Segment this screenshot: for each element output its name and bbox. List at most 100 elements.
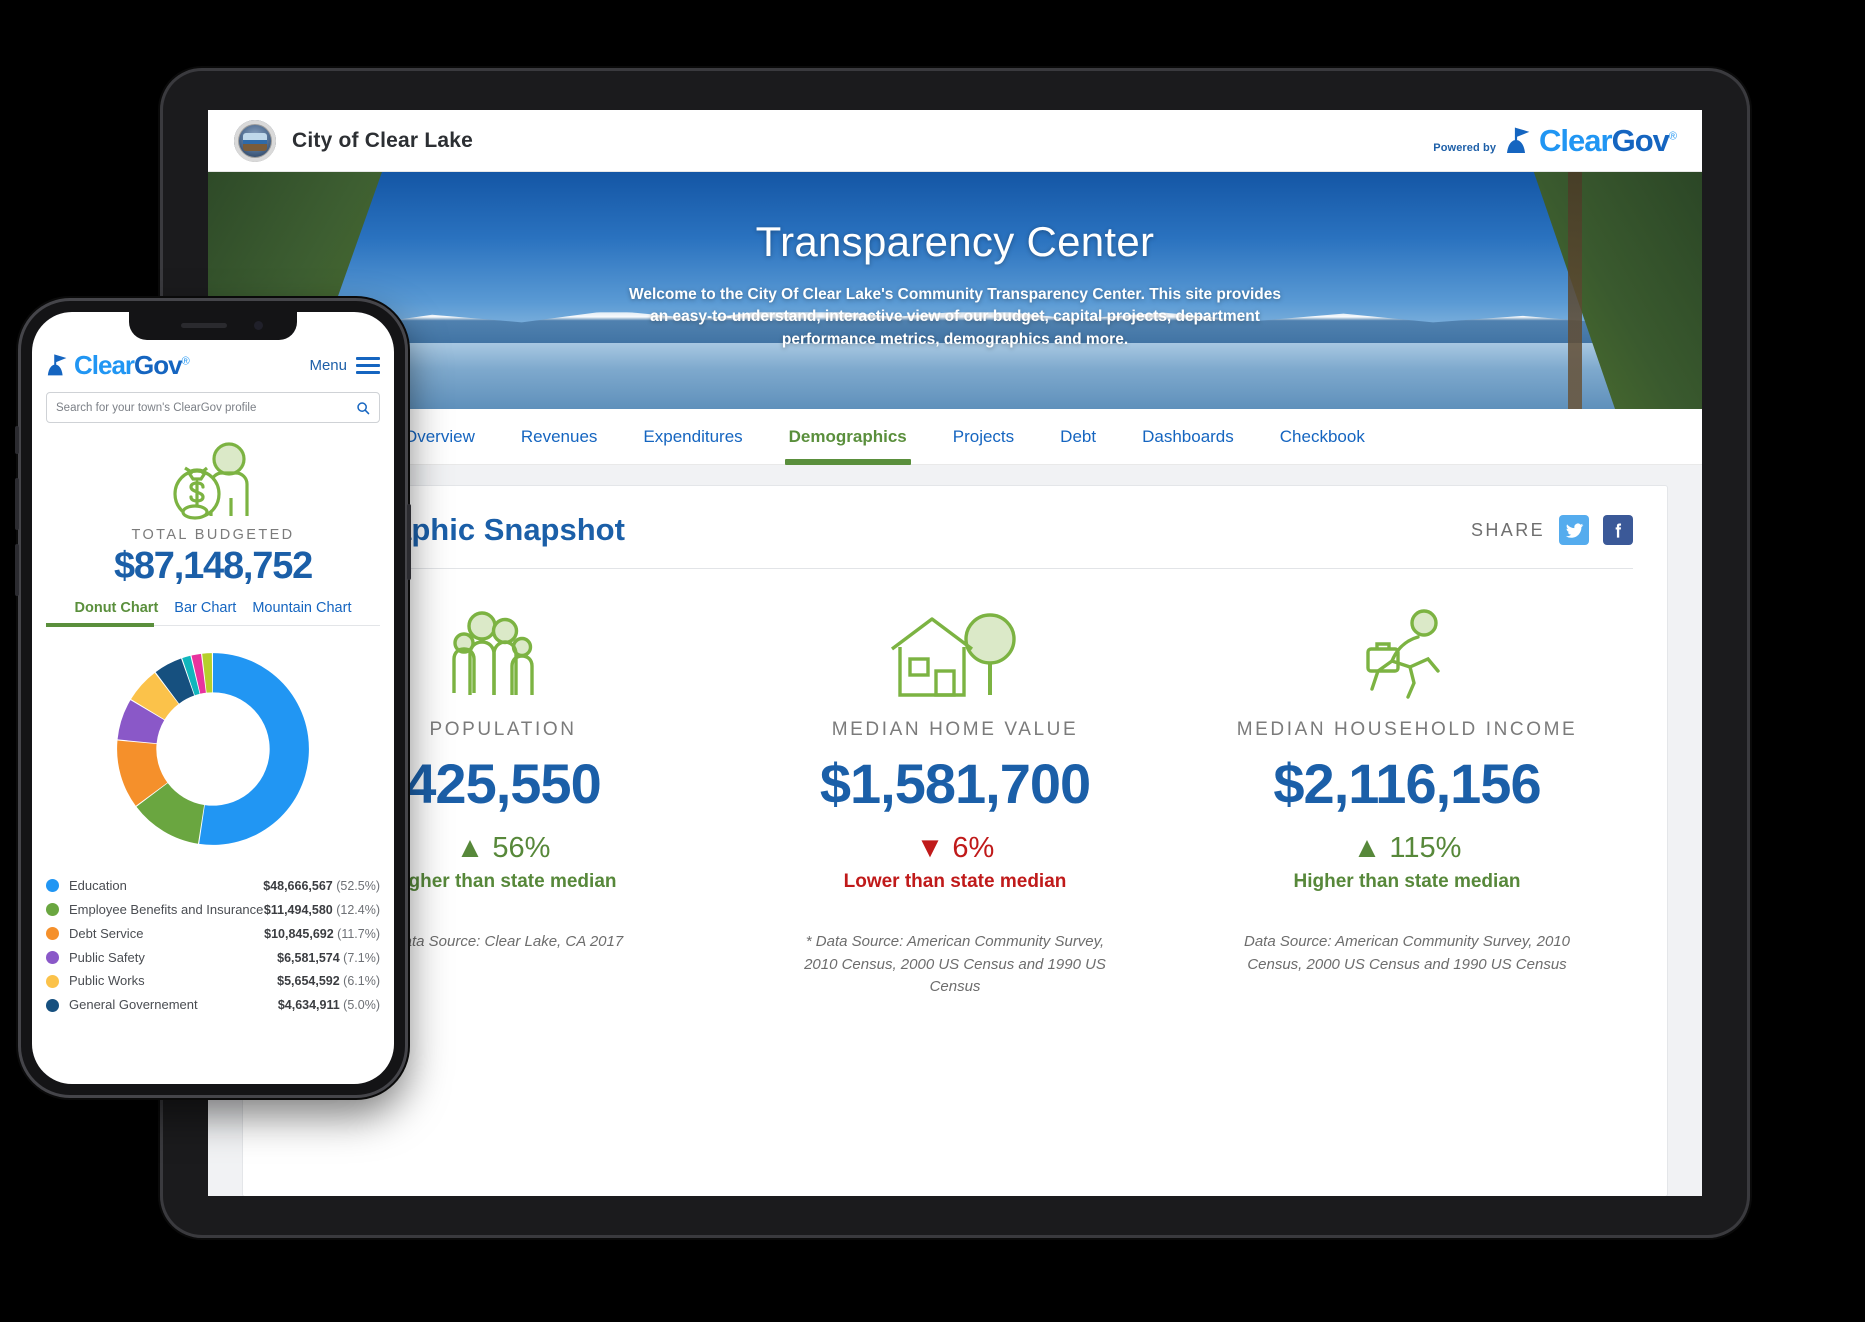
- cleargov-wordmark: ClearGov®: [74, 350, 190, 381]
- card-header: Demographic Snapshot SHARE: [277, 512, 1633, 548]
- stat-median-household-income: MEDIAN HOUSEHOLD INCOME $2,116,156 ▲ 115…: [1181, 603, 1633, 999]
- cleargov-flag-icon: [1507, 127, 1530, 153]
- stat-arrow-icon: ▲: [1352, 832, 1382, 864]
- legend-item[interactable]: Education $48,666,567 (52.5%): [46, 874, 380, 898]
- hamburger-menu-icon[interactable]: [356, 357, 380, 374]
- stat-delta: ▼ 6%: [743, 832, 1167, 865]
- hero-lake: [208, 343, 1702, 409]
- legend-label: Public Works: [69, 973, 145, 989]
- stat-label: MEDIAN HOME VALUE: [831, 719, 1079, 740]
- stat-comparison: Higher than state median: [1293, 871, 1521, 892]
- phone-camera: [254, 321, 263, 330]
- tab-debt[interactable]: Debt: [1060, 409, 1096, 465]
- cleargov-logo-mobile[interactable]: ClearGov®: [46, 350, 190, 381]
- cleargov-flag-icon: [47, 354, 67, 376]
- legend-item[interactable]: General Governement $4,634,911 (5.0%): [46, 993, 380, 1017]
- phone-body: TOTAL BUDGETED $87,148,752 Donut Chart B…: [32, 423, 394, 1017]
- cleargov-logo[interactable]: ClearGov®: [1505, 122, 1677, 159]
- stat-delta-value: 6%: [952, 832, 995, 864]
- hero-subtitle: Welcome to the City Of Clear Lake's Comm…: [628, 286, 1281, 348]
- stat-arrow-icon: ▼: [915, 832, 945, 864]
- legend-color-swatch: [46, 951, 59, 964]
- powered-by-cleargov[interactable]: Powered by ClearGov®: [1433, 122, 1677, 159]
- donut-chart[interactable]: [46, 640, 380, 858]
- tab-demographics[interactable]: Demographics: [784, 409, 911, 465]
- legend-label: Education: [69, 878, 127, 893]
- site-header: City of Clear Lake Powered by ClearGov®: [208, 110, 1702, 172]
- search-input[interactable]: Search for your town's ClearGov profile: [46, 392, 380, 423]
- city-seal-icon: [234, 119, 276, 162]
- logo-registered-mark: ®: [1668, 130, 1677, 143]
- legend-value: $5,654,592 (6.1%): [277, 974, 380, 989]
- phone-volume-down-button[interactable]: [15, 544, 19, 596]
- legend-item[interactable]: Debt Service $10,845,692 (11.7%): [46, 922, 380, 946]
- phone-screen: ClearGov® Menu Search for your town's Cl…: [32, 312, 394, 1084]
- tab-revenues[interactable]: Revenues: [521, 409, 598, 465]
- share-controls: SHARE: [1471, 515, 1633, 545]
- legend-color-swatch: [46, 927, 59, 941]
- menu-button[interactable]: Menu: [309, 357, 380, 374]
- page-content: Demographic Snapshot SHARE POPULATION 42…: [208, 465, 1702, 1196]
- search-icon[interactable]: [356, 401, 370, 415]
- working-person-icon: [1195, 603, 1619, 707]
- chart-legend: Education $48,666,567 (52.5%) Employee Ben…: [46, 874, 380, 1017]
- stat-source: Data Source: American Community Survey, …: [1244, 933, 1570, 973]
- stat-delta: ▲ 115%: [1195, 832, 1619, 865]
- tab-expenditures[interactable]: Expenditures: [643, 409, 742, 465]
- phone-notch: [129, 312, 297, 340]
- legend-color-swatch: [46, 903, 59, 917]
- city-name: City of Clear Lake: [292, 128, 473, 152]
- powered-by-label: Powered by: [1433, 141, 1497, 154]
- house-tree-icon: [743, 603, 1167, 707]
- legend-value: $4,634,911 (5.0%): [277, 998, 380, 1013]
- menu-label: Menu: [309, 357, 347, 374]
- legend-label: Public Safety: [69, 949, 145, 965]
- tab-projects[interactable]: Projects: [953, 409, 1014, 465]
- legend-color-swatch: [46, 998, 59, 1012]
- stat-delta-value: 56%: [492, 832, 551, 864]
- stat-source: * Data Source: American Community Survey…: [804, 933, 1106, 995]
- stats-row: POPULATION 425,550 ▲ 56% Higher than sta…: [277, 569, 1633, 999]
- logo-registered-mark: ®: [181, 355, 190, 368]
- screenshot-stage: City of Clear Lake Powered by ClearGov®: [0, 0, 1865, 1322]
- twitter-bird-glyph: [1565, 522, 1583, 538]
- phone-power-button[interactable]: [407, 504, 411, 580]
- money-bag-person-icon: [46, 439, 380, 523]
- stat-arrow-icon: ▲: [455, 832, 485, 864]
- legend-color-swatch: [46, 974, 59, 988]
- legend-label: Employee Benefits and Insurance: [69, 901, 264, 917]
- tablet-screen: City of Clear Lake Powered by ClearGov®: [208, 110, 1702, 1196]
- hero-banner: Transparency Center Welcome to the City …: [208, 172, 1702, 409]
- total-budgeted-label: TOTAL BUDGETED: [131, 527, 295, 543]
- logo-clear-text: Clear: [1539, 122, 1613, 158]
- legend-item[interactable]: Employee Benefits and Insurance $11,494,5…: [46, 898, 380, 922]
- tab-donut-chart[interactable]: Donut Chart: [75, 600, 159, 616]
- legend-color-swatch: [46, 879, 59, 893]
- tab-dashboards[interactable]: Dashboards: [1142, 409, 1234, 465]
- chart-type-tabs: Donut Chart Bar Chart Mountain Chart: [46, 600, 380, 626]
- twitter-icon[interactable]: [1559, 515, 1589, 545]
- stat-delta-value: 115%: [1389, 832, 1462, 864]
- tab-bar-chart[interactable]: Bar Chart: [174, 600, 236, 616]
- legend-value: $11,494,580 (12.4%): [263, 902, 380, 917]
- phone-silent-switch[interactable]: [15, 426, 19, 454]
- legend-item[interactable]: Public Safety $6,581,574 (7.1%): [46, 946, 380, 970]
- stat-median-home-value: MEDIAN HOME VALUE $1,581,700 ▼ 6% Lower …: [729, 603, 1181, 999]
- cleargov-wordmark: ClearGov®: [1539, 122, 1677, 159]
- phone-device-frame: ClearGov® Menu Search for your town's Cl…: [15, 298, 411, 1098]
- tab-overview[interactable]: Overview: [404, 409, 475, 465]
- legend-item[interactable]: Public Works $5,654,592 (6.1%): [46, 969, 380, 993]
- legend-label: General Governement: [69, 997, 198, 1013]
- facebook-f-glyph: [1615, 523, 1621, 538]
- demographic-snapshot-card: Demographic Snapshot SHARE POPULATION 42…: [242, 485, 1668, 1196]
- legend-label: Debt Service: [69, 925, 144, 941]
- tab-checkbook[interactable]: Checkbook: [1280, 409, 1365, 465]
- facebook-icon[interactable]: [1603, 515, 1633, 545]
- donut-chart-svg[interactable]: [104, 640, 322, 858]
- main-nav: Overview Revenues Expenditures Demograph…: [208, 409, 1702, 465]
- donut-segment[interactable]: [199, 653, 309, 845]
- tab-mountain-chart[interactable]: Mountain Chart: [252, 600, 351, 616]
- logo-gov-text: Gov: [1611, 122, 1670, 158]
- phone-volume-up-button[interactable]: [15, 478, 19, 530]
- legend-value: $48,666,567 (52.5%): [263, 878, 380, 893]
